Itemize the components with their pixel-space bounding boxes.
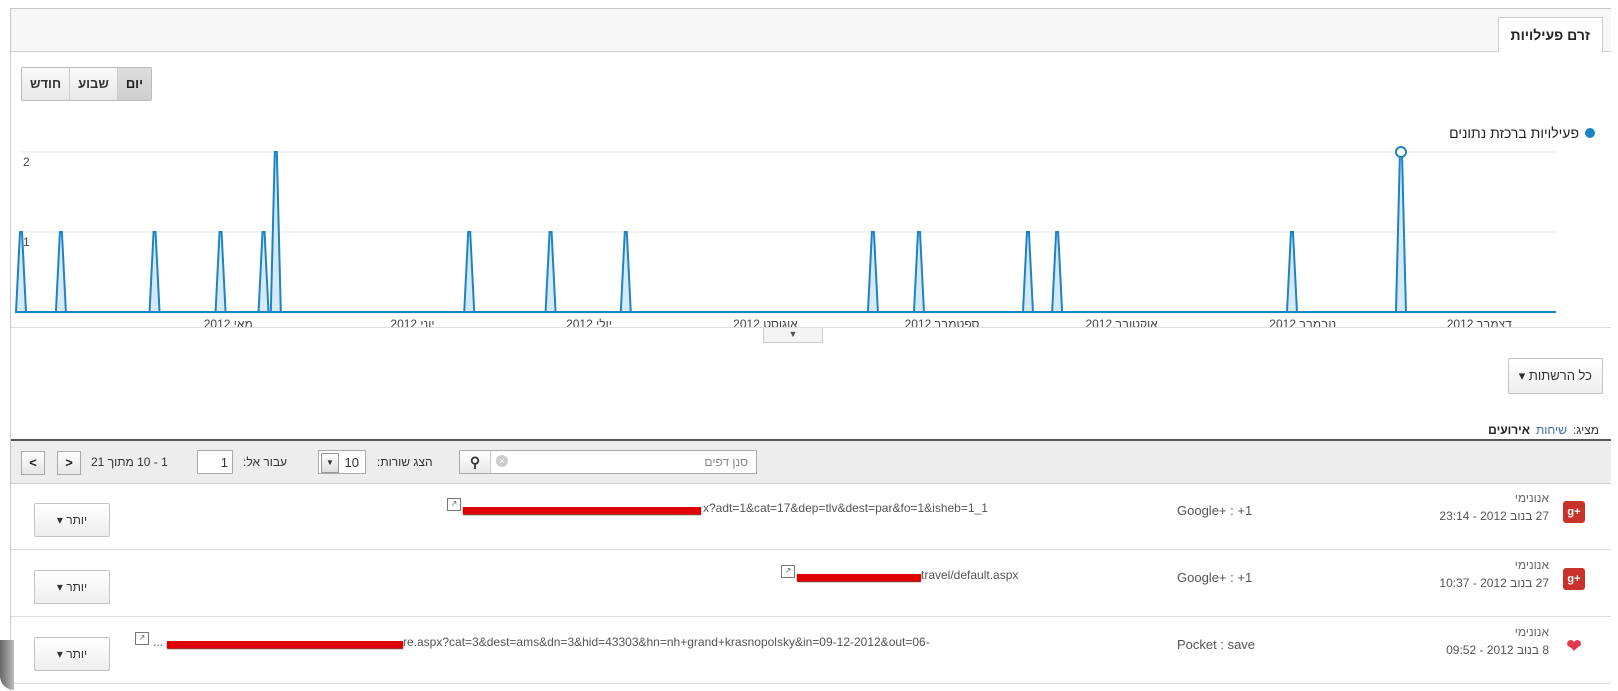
rows-label: הצג שורות: bbox=[377, 455, 433, 469]
data-peak bbox=[148, 231, 161, 313]
window-shadow bbox=[0, 640, 14, 690]
data-peak bbox=[619, 231, 632, 313]
user-name: אנונימי bbox=[1514, 558, 1549, 572]
rows-value: 10 bbox=[344, 455, 359, 470]
data-peak bbox=[1051, 231, 1064, 313]
data-peak bbox=[214, 231, 227, 313]
next-page-button[interactable]: > bbox=[57, 451, 81, 475]
table-row: יותר ▾ ↗ travel/default.aspx Google+ : +… bbox=[11, 550, 1611, 617]
page-url[interactable]: travel/default.aspx bbox=[921, 568, 1018, 582]
data-peak bbox=[1021, 231, 1035, 313]
segments-dropdown[interactable]: כל הרשתות ▾ bbox=[1507, 358, 1603, 394]
data-peak bbox=[463, 231, 476, 313]
action-label: Google+ : +1 bbox=[1177, 570, 1253, 585]
highlight-point bbox=[1394, 146, 1407, 158]
data-peak bbox=[269, 151, 282, 313]
more-button[interactable]: יותר ▾ bbox=[34, 503, 110, 537]
analytics-panel: זרם פעילויות חודש שבוע יום פעילויות ברכז… bbox=[10, 8, 1611, 691]
y-tick-label: 1 bbox=[23, 235, 30, 249]
tab-events[interactable]: אירועים bbox=[1488, 423, 1530, 453]
period-week-button[interactable]: שבוע bbox=[69, 68, 117, 100]
activity-chart[interactable]: 2 1 מאי 2012 יוני 2012 יולי 2012 אוגוסט 2012… bbox=[11, 137, 1561, 327]
prev-page-button[interactable]: < bbox=[21, 451, 45, 475]
redaction-mark bbox=[797, 574, 921, 581]
page-url[interactable]: re.aspx?cat=3&dest=ams&dn=3&hid=43303&hn… bbox=[403, 635, 930, 649]
segments-label: כל הרשתות bbox=[1528, 368, 1592, 383]
user-name: אנונימי bbox=[1514, 625, 1549, 639]
table-row: יותר ▾ ↗ x?adt=1&cat=17&dep=tlv&dest=par… bbox=[11, 483, 1611, 550]
goto-page-input[interactable]: 1 bbox=[197, 450, 233, 474]
x-tick-label: דצמבר 2012 bbox=[1447, 317, 1512, 327]
data-peak bbox=[1394, 151, 1407, 313]
x-tick-label: נובמבר 2012 bbox=[1269, 317, 1336, 327]
external-link-icon[interactable]: ↗ bbox=[781, 565, 795, 578]
user-name: אנונימי bbox=[1514, 491, 1549, 505]
redaction-mark bbox=[463, 507, 701, 514]
external-link-icon[interactable]: ↗ bbox=[135, 632, 149, 645]
timestamp: 8 בנוב 2012 - 09:52 bbox=[1446, 643, 1549, 657]
period-month-button[interactable]: חודש bbox=[22, 68, 70, 100]
data-peak bbox=[544, 231, 557, 313]
view-selector: מציג: שיחות אירועים bbox=[1488, 423, 1599, 453]
legend-dot-icon bbox=[1585, 128, 1595, 138]
more-button[interactable]: יותר ▾ bbox=[34, 637, 110, 671]
tab-strip: זרם פעילויות bbox=[11, 9, 1611, 53]
action-label: Google+ : +1 bbox=[1177, 503, 1253, 518]
user-info: אנונימי 27 בנוב 2012 - 10:37 bbox=[1439, 558, 1549, 590]
more-button[interactable]: יותר ▾ bbox=[34, 570, 110, 604]
period-toggle: חודש שבוע יום bbox=[21, 67, 153, 101]
filter-placeholder: סנן דפים bbox=[704, 455, 748, 469]
rows-per-page-select[interactable]: ▼ 10 bbox=[318, 450, 366, 474]
x-tick-label: ספטמבר 2012 bbox=[905, 317, 980, 327]
x-tick-label: אוגוסט 2012 bbox=[733, 317, 798, 327]
page-url[interactable]: x?adt=1&cat=17&dep=tlv&dest=par&fo=1&ish… bbox=[703, 501, 988, 515]
page-range: 1 - 10 מתוך 21 bbox=[91, 455, 168, 469]
user-info: אנונימי 8 בנוב 2012 - 09:52 bbox=[1446, 625, 1549, 657]
x-tick-label: יולי 2012 bbox=[566, 317, 612, 327]
data-peak bbox=[912, 231, 926, 313]
url-ellipsis: ... bbox=[153, 635, 164, 649]
data-peak bbox=[1285, 231, 1299, 313]
chevron-down-icon: ▼ bbox=[321, 453, 339, 473]
y-tick-label: 2 bbox=[23, 155, 30, 169]
show-label: מציג: bbox=[1572, 423, 1599, 437]
timestamp: 27 בנוב 2012 - 23:14 bbox=[1439, 509, 1549, 523]
data-peak bbox=[866, 231, 879, 313]
search-icon[interactable]: ⚲ bbox=[460, 451, 491, 473]
data-peak bbox=[257, 231, 270, 313]
pocket-icon: ❤ bbox=[1563, 635, 1585, 657]
redaction-mark bbox=[167, 641, 403, 648]
goto-label: עבור אל: bbox=[243, 455, 288, 469]
tab-conversations[interactable]: שיחות bbox=[1536, 423, 1567, 437]
more-label: יותר bbox=[66, 580, 88, 594]
external-link-icon[interactable]: ↗ bbox=[447, 498, 461, 511]
action-label: Pocket : save bbox=[1177, 637, 1256, 652]
filter-pages-field[interactable]: ⚲ × סנן דפים bbox=[459, 450, 757, 474]
table-row: יותר ▾ ↗ ... re.aspx?cat=3&dest=ams&dn=3… bbox=[11, 617, 1611, 684]
data-peak bbox=[54, 231, 67, 313]
more-label: יותר bbox=[66, 647, 88, 661]
x-tick-label: מאי 2012 bbox=[204, 317, 253, 327]
x-tick-label: יוני 2012 bbox=[390, 317, 434, 327]
google-plus-icon: g+ bbox=[1563, 568, 1585, 590]
x-tick-label: אוקטובר 2012 bbox=[1085, 317, 1158, 327]
timestamp: 27 בנוב 2012 - 10:37 bbox=[1439, 576, 1549, 590]
clear-icon[interactable]: × bbox=[496, 455, 508, 467]
user-info: אנונימי 27 בנוב 2012 - 23:14 bbox=[1439, 491, 1549, 523]
more-label: יותר bbox=[66, 513, 88, 527]
google-plus-icon: g+ bbox=[1563, 501, 1585, 523]
table-toolbar: < > 1 - 10 מתוך 21 1 עבור אל: ▼ 10 הצג ש… bbox=[11, 439, 1611, 484]
tab-activity-stream[interactable]: זרם פעילויות bbox=[1497, 17, 1603, 53]
chart-collapse-handle[interactable]: ▼ bbox=[763, 328, 823, 343]
period-day-button[interactable]: יום bbox=[116, 68, 152, 100]
